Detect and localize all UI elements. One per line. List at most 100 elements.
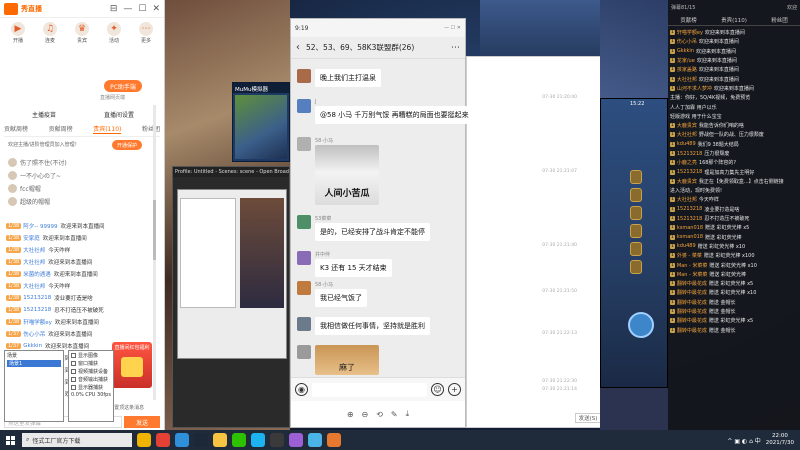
checkbox[interactable] xyxy=(71,352,76,358)
tab-fans[interactable]: 粉丝团 xyxy=(771,16,788,24)
rotate-icon[interactable]: ⟲ xyxy=(376,410,383,419)
message-bubble[interactable]: 是的，已经安排了战斗肯定不能停 xyxy=(315,223,430,241)
checkbox[interactable] xyxy=(71,368,76,374)
danmaku-row[interactable]: 1 Man - 米菜菜 赠送 彩虹荧光棒 x10 xyxy=(670,260,798,269)
scrollbar-thumb[interactable] xyxy=(153,200,156,260)
danmaku-username[interactable]: Man - 米菜菜 xyxy=(677,262,708,269)
danmaku-row[interactable]: 轻版游戏 用于什么宝宝 xyxy=(670,112,798,121)
danmaku-row[interactable]: 1 翻转中最花成 赠送 金帽长 xyxy=(670,298,798,307)
source-item[interactable]: 显示图像 xyxy=(69,351,113,359)
add-icon[interactable]: + xyxy=(448,383,461,396)
tab-vip[interactable]: 贵宾(110) xyxy=(93,124,122,134)
game-icon[interactable] xyxy=(289,433,303,447)
danmaku-row[interactable]: 1 山河不求人梦冲 欢迎来到本直播间 xyxy=(670,84,798,93)
danmaku-row[interactable]: 1 Man - 米菜菜 赠送 彩虹荧光棒 xyxy=(670,270,798,279)
chat-message[interactable]: 我相信做任何事情，坚持就是胜利 xyxy=(297,317,430,335)
danmaku-row[interactable]: 1 kdu489 我们9 38题大结局 xyxy=(670,140,798,149)
message-bubble[interactable]: K3 还有 15 天才结束 xyxy=(315,259,392,277)
danmaku-row[interactable]: 1 伤心小吊 欢迎来到本直播间 xyxy=(670,37,798,46)
danmaku-username[interactable]: 15213218 xyxy=(677,206,702,212)
edge-icon[interactable] xyxy=(175,433,189,447)
danmaku-row[interactable]: 1 翻转中最花成 赠送 金帽长 xyxy=(670,326,798,335)
danmaku-row[interactable]: 1 15213218 忍不打造压不被破死 xyxy=(670,214,798,223)
source-item[interactable]: 窗口捕获 xyxy=(69,359,113,367)
list-item[interactable]: 超级的帽帽 xyxy=(8,197,156,206)
obs-icon[interactable] xyxy=(270,433,284,447)
chat-username[interactable]: 安家庭 xyxy=(23,234,40,242)
source-item[interactable]: 音频输出捕获 xyxy=(69,375,113,383)
wechat-icon[interactable] xyxy=(232,433,246,447)
danmaku-row[interactable]: 人人丁加霖 用户以乐 xyxy=(670,102,798,111)
chat-username[interactable]: Gkkkin xyxy=(23,343,42,349)
danmaku-username[interactable]: 大社社邦 xyxy=(677,76,697,83)
voice-icon[interactable]: ◉ xyxy=(295,383,308,396)
start-button[interactable] xyxy=(0,430,20,450)
tray-icons[interactable]: ^ ▣ ◐ ⌂ 中 xyxy=(727,436,760,445)
source-item[interactable]: 视频捕获设备 xyxy=(69,367,113,375)
danmaku-row[interactable]: 进入活动，现时免费领! xyxy=(670,186,798,195)
chat-row[interactable]: 1/37 伤心小吊 欢迎来到本直播间 xyxy=(6,328,152,340)
chat-row[interactable]: 1/38 大社社邦 今天咋样 xyxy=(6,280,152,292)
danmaku-username[interactable]: 龙家/ue xyxy=(677,57,695,64)
danmaku-username[interactable]: 大社社邦 xyxy=(677,131,697,138)
checkbox[interactable] xyxy=(71,376,76,382)
chat-row[interactable]: 1/38 大社社邦 今天咋样 xyxy=(6,244,152,256)
danmaku-row[interactable]: 1 ksman018 赠送 彩虹荧光棒 xyxy=(670,233,798,242)
mumu-icon[interactable] xyxy=(308,433,322,447)
danmaku-row[interactable]: 1 大社社邦 今天咋样 xyxy=(670,195,798,204)
danmaku-username[interactable]: 孩家盖路 xyxy=(677,66,697,73)
hero-icon[interactable] xyxy=(630,188,642,202)
danmaku-username[interactable]: Man - 米菜菜 xyxy=(677,271,708,278)
chat-username[interactable]: 15213218 xyxy=(23,295,51,301)
tool-live-button[interactable]: ▶ 开播 xyxy=(4,22,32,44)
tab-contribution-week[interactable]: 贡献周榜 xyxy=(4,124,28,134)
more-icon[interactable]: ⋯ xyxy=(451,43,460,53)
chat-username[interactable]: 伤心小吊 xyxy=(23,330,45,338)
send-button[interactable]: 发送 xyxy=(124,416,160,428)
subtab-room-settings[interactable]: 直播间设置 xyxy=(104,110,134,119)
tab-vip[interactable]: 贵宾(110) xyxy=(721,16,747,24)
danmaku-username[interactable]: 翻转中最花成 xyxy=(677,308,707,315)
tab-contribution-total[interactable]: 贡献周榜 xyxy=(49,124,73,134)
danmaku-username[interactable]: 伤心小吊 xyxy=(677,38,697,45)
qq-icon[interactable] xyxy=(251,433,265,447)
zoom-out-icon[interactable]: ⊖ xyxy=(362,410,369,419)
back-icon[interactable]: ‹ xyxy=(296,42,300,53)
hero-icon[interactable] xyxy=(630,206,642,220)
danmaku-username[interactable]: 大鹿贵宾 xyxy=(677,122,697,129)
pin-button[interactable]: ⊟ xyxy=(110,4,118,14)
chat-row[interactable]: 1/38 安家庭 欢迎来到本直播间 xyxy=(6,232,152,244)
chat-row[interactable]: 1/38 阿夕-- 99999 欢迎来到本直播间 xyxy=(6,220,152,232)
chat-message[interactable]: 58·小马 人间小苦瓜 xyxy=(297,137,379,205)
avatar[interactable] xyxy=(297,137,311,151)
danmaku-username[interactable]: kdu489 xyxy=(677,243,696,249)
danmaku-row[interactable]: 1 大社社邦 野战但一队的战、压力很颓废 xyxy=(670,130,798,139)
window-controls[interactable]: — ☐ ✕ xyxy=(444,25,461,31)
obs-preview[interactable] xyxy=(177,189,287,359)
chat-row[interactable]: 1/38 15213218 凌业要打造是啥 xyxy=(6,292,152,304)
sticker-image[interactable]: 麻了 xyxy=(315,345,379,375)
chat-username[interactable]: 大社社邦 xyxy=(23,282,45,290)
chat-message[interactable]: 53菜菜 是的，已经安排了战斗肯定不能停 xyxy=(297,215,430,241)
message-bubble[interactable]: 我已经气饭了 xyxy=(315,289,367,307)
chat-row[interactable]: 1/38 轩喵学额ey 欢迎来到本直播间 xyxy=(6,316,152,328)
danmaku-username[interactable]: 翻转中最花成 xyxy=(677,280,707,287)
game-action-button[interactable] xyxy=(628,312,654,338)
close-button[interactable]: ✕ xyxy=(152,4,160,14)
maximize-button[interactable]: ☐ xyxy=(138,4,146,14)
app-icon[interactable] xyxy=(327,433,341,447)
avatar[interactable] xyxy=(297,281,311,295)
checkbox[interactable] xyxy=(71,360,76,366)
danmaku-username[interactable]: 山河不求人梦冲 xyxy=(677,85,712,92)
tab-contribution[interactable]: 贡献榜 xyxy=(680,16,697,24)
message-bubble[interactable]: 我相信做任何事情，坚持就是胜利 xyxy=(315,317,430,335)
chat-row[interactable]: 1/38 15213218 忍不打造压不被破死 xyxy=(6,304,152,316)
scene-item[interactable]: 场景1 xyxy=(7,360,61,367)
message-bubble[interactable]: @58 小马 千万别气馁 再糟糕的局面也要挺起来 xyxy=(315,106,474,124)
list-item[interactable]: 一不小心の了~ xyxy=(8,171,156,180)
danmaku-username[interactable]: 外婆 - 菜菜 xyxy=(677,252,702,259)
list-item[interactable]: fcc帽帽 xyxy=(8,184,156,193)
pc-assistant-button[interactable]: PC助手端 xyxy=(104,80,142,92)
danmaku-username[interactable]: 小鹿之亮 xyxy=(677,159,697,166)
chat-username[interactable]: 15213218 xyxy=(23,307,51,313)
